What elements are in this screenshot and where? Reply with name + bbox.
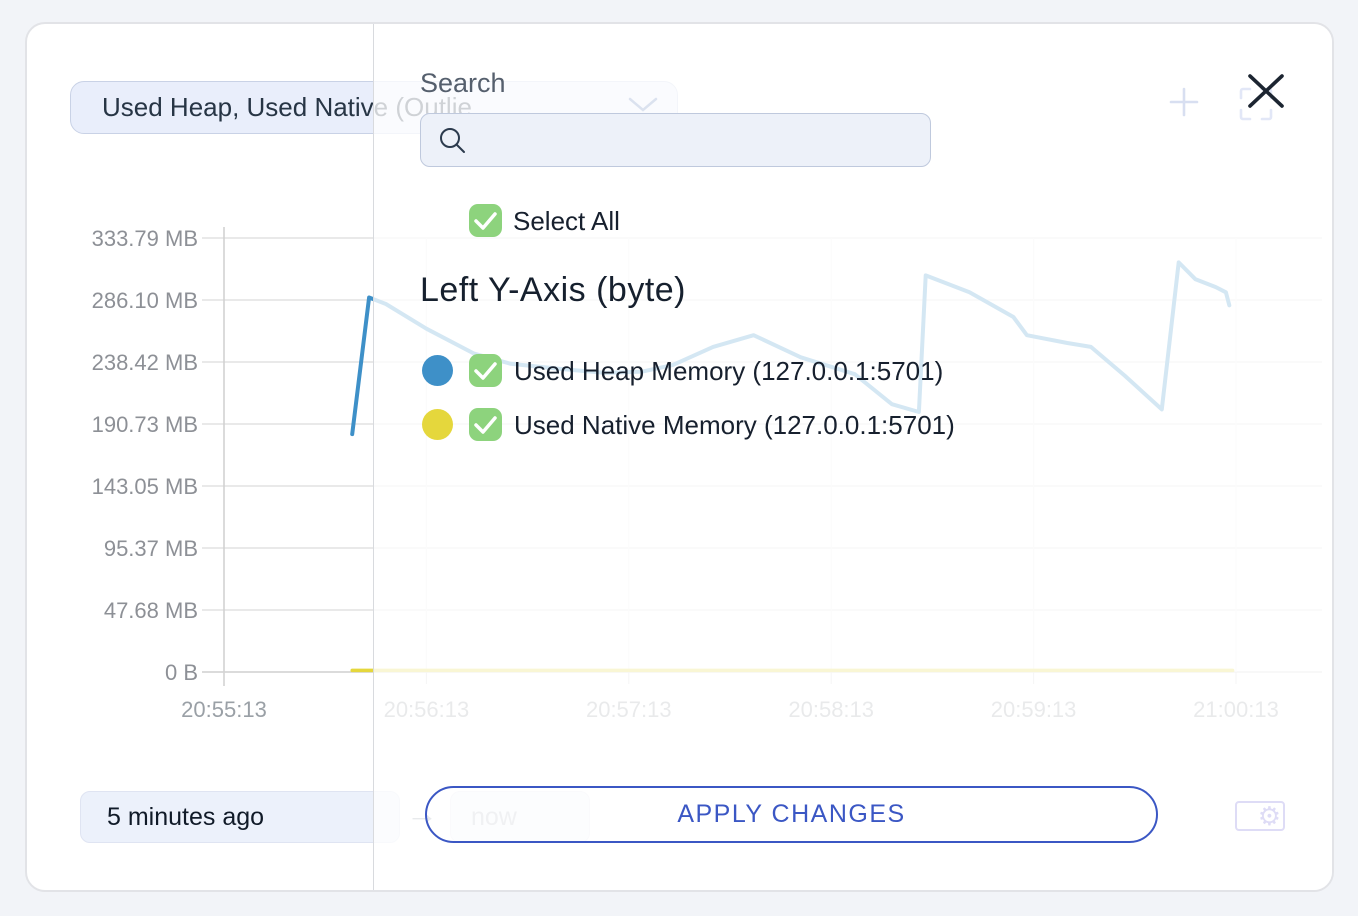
search-icon: [438, 126, 468, 156]
svg-text:47.68 MB: 47.68 MB: [104, 598, 198, 623]
select-all-checkbox[interactable]: [469, 204, 502, 237]
chart-widget-page: 333.79 MB 286.10 MB 238.42 MB 190.73 MB 143.…: [0, 0, 1358, 916]
time-from-input[interactable]: [80, 791, 400, 843]
series-checkbox-heap[interactable]: [469, 354, 502, 387]
series-label-native: Used Native Memory (127.0.0.1:5701): [514, 410, 955, 441]
search-input[interactable]: [420, 113, 931, 167]
svg-text:286.10 MB: 286.10 MB: [92, 288, 198, 313]
svg-text:95.37 MB: 95.37 MB: [104, 536, 198, 561]
series-checkbox-native[interactable]: [469, 408, 502, 441]
search-label: Search: [420, 68, 506, 99]
svg-text:20:55:13: 20:55:13: [181, 697, 267, 722]
apply-changes-button[interactable]: APPLY CHANGES: [425, 786, 1158, 843]
svg-text:238.42 MB: 238.42 MB: [92, 350, 198, 375]
series-color-dot-native: [422, 409, 453, 440]
series-label-heap: Used Heap Memory (127.0.0.1:5701): [514, 356, 943, 387]
svg-text:333.79 MB: 333.79 MB: [92, 226, 198, 251]
series-color-dot-heap: [422, 355, 453, 386]
axis-group-heading: Left Y-Axis (byte): [420, 271, 686, 310]
select-all-label: Select All: [513, 206, 620, 237]
svg-text:143.05 MB: 143.05 MB: [92, 474, 198, 499]
close-icon[interactable]: [1243, 70, 1287, 112]
svg-text:190.73 MB: 190.73 MB: [92, 412, 198, 437]
svg-text:0 B: 0 B: [165, 660, 198, 685]
